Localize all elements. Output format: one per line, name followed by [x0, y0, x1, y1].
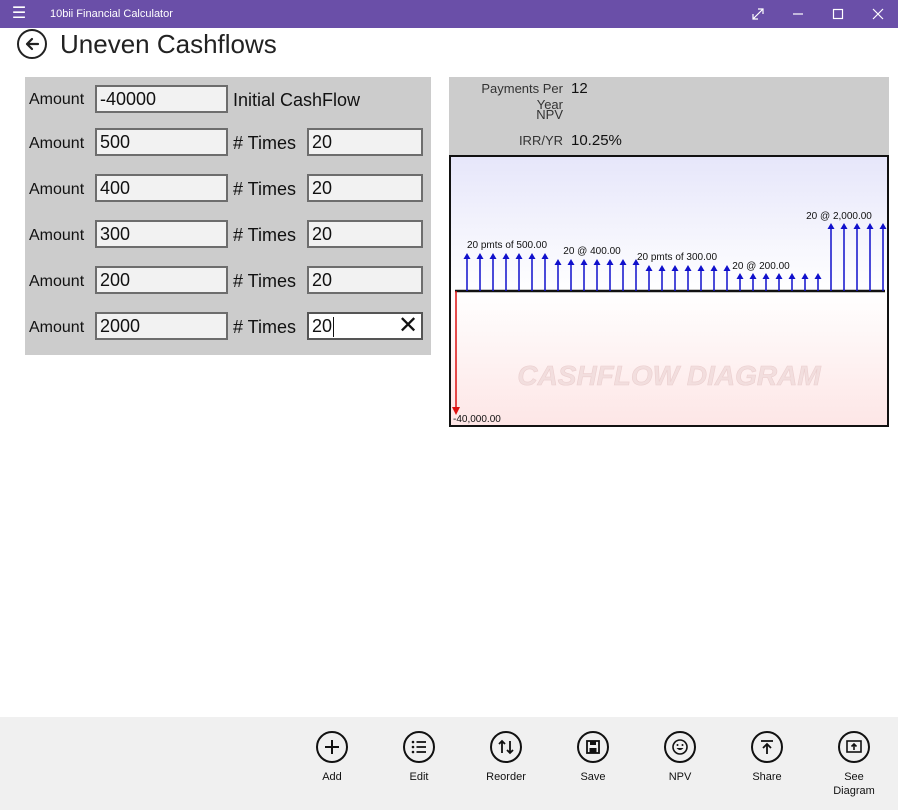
- initial-amount-label: Amount: [29, 91, 85, 108]
- smiley-icon: [664, 731, 696, 763]
- times-field-active[interactable]: 20 ✕: [307, 312, 423, 340]
- add-button-label: Add: [322, 771, 342, 783]
- group-label: 20 @ 200.00: [732, 261, 790, 272]
- bottom-app-bar: Add Edit Reorder Save NPV Share See Diag…: [0, 717, 898, 810]
- maximize-icon: [832, 8, 844, 20]
- text-caret: [333, 317, 335, 338]
- close-button[interactable]: [858, 0, 898, 28]
- diagram-top-background: [451, 157, 887, 291]
- window-title: 10bii Financial Calculator: [50, 8, 173, 20]
- edit-button-label: Edit: [409, 771, 429, 783]
- times-label: # Times: [233, 317, 297, 337]
- hamburger-menu-icon[interactable]: ☰: [10, 5, 28, 23]
- fullscreen-button[interactable]: [738, 0, 778, 28]
- times-label: # Times: [233, 179, 297, 199]
- share-icon: [751, 731, 783, 763]
- reorder-button[interactable]: Reorder: [475, 731, 537, 801]
- times-field[interactable]: 20: [307, 266, 423, 294]
- amount-label: Amount: [29, 319, 85, 336]
- amount-field[interactable]: 300: [95, 220, 228, 248]
- times-label: # Times: [233, 225, 297, 245]
- plus-icon: [316, 731, 348, 763]
- page-title: Uneven Cashflows: [60, 29, 277, 59]
- group-label: 20 pmts of 300.00: [637, 252, 717, 263]
- cashflow-entry-panel: Amount -40000 Initial CashFlow Amount 50…: [25, 77, 431, 355]
- diagram-bottom-background: [451, 291, 887, 425]
- times-field[interactable]: 20: [307, 220, 423, 248]
- amount-field[interactable]: 400: [95, 174, 228, 202]
- amount-field[interactable]: 2000: [95, 312, 228, 340]
- share-button[interactable]: Share: [736, 731, 798, 801]
- amount-label: Amount: [29, 135, 85, 152]
- group-label: 20 pmts of 500.00: [467, 240, 547, 251]
- amount-label: Amount: [29, 227, 85, 244]
- cashflow-diagram-svg: CASHFLOW DIAGRAM -40,000.00 20 pmts of 5…: [451, 157, 887, 425]
- save-button[interactable]: Save: [562, 731, 624, 801]
- irr-value: 10.25%: [571, 132, 622, 149]
- diagram-icon: [838, 731, 870, 763]
- clear-icon[interactable]: ✕: [397, 314, 419, 338]
- save-button-label: Save: [580, 771, 606, 783]
- arrow-left-icon: [25, 37, 40, 51]
- add-button[interactable]: Add: [301, 731, 363, 801]
- npv-button[interactable]: NPV: [649, 731, 711, 801]
- times-field-value: 20: [312, 316, 333, 336]
- see-diagram-button[interactable]: See Diagram: [823, 731, 885, 801]
- times-label: # Times: [233, 271, 297, 291]
- close-icon: [872, 8, 884, 20]
- times-field[interactable]: 20: [307, 128, 423, 156]
- payments-per-year-value: 12: [571, 80, 588, 97]
- group-label: 20 @ 400.00: [563, 246, 621, 257]
- maximize-button[interactable]: [818, 0, 858, 28]
- npv-button-label: NPV: [668, 771, 692, 783]
- save-icon: [577, 731, 609, 763]
- list-icon: [403, 731, 435, 763]
- amount-label: Amount: [29, 273, 85, 290]
- times-field[interactable]: 20: [307, 174, 423, 202]
- initial-amount-field[interactable]: -40000: [95, 85, 228, 113]
- irr-label: IRR/YR: [518, 133, 563, 148]
- amount-field[interactable]: 200: [95, 266, 228, 294]
- title-bar: ☰ 10bii Financial Calculator: [0, 0, 898, 28]
- reorder-button-label: Reorder: [486, 771, 526, 783]
- reorder-icon: [490, 731, 522, 763]
- expand-icon: [752, 8, 764, 20]
- minimize-icon: [793, 13, 803, 15]
- share-button-label: Share: [752, 771, 782, 783]
- minimize-button[interactable]: [778, 0, 818, 28]
- group-label: 20 @ 2,000.00: [806, 211, 872, 222]
- amount-field[interactable]: 500: [95, 128, 228, 156]
- diagram-watermark: CASHFLOW DIAGRAM: [517, 360, 821, 391]
- times-label: # Times: [233, 133, 297, 153]
- initial-cashflow-label: -40,000.00: [453, 414, 501, 425]
- see-diagram-button-label: See Diagram: [833, 771, 875, 797]
- cashflow-diagram[interactable]: CASHFLOW DIAGRAM -40,000.00 20 pmts of 5…: [449, 155, 889, 427]
- npv-label: NPV: [536, 107, 563, 122]
- edit-button[interactable]: Edit: [388, 731, 450, 801]
- initial-cashflow-label: Initial CashFlow: [233, 90, 361, 110]
- amount-label: Amount: [29, 181, 85, 198]
- back-button[interactable]: [17, 29, 47, 59]
- stats-panel: Payments Per Year 12 NPV IRR/YR 10.25%: [449, 77, 889, 157]
